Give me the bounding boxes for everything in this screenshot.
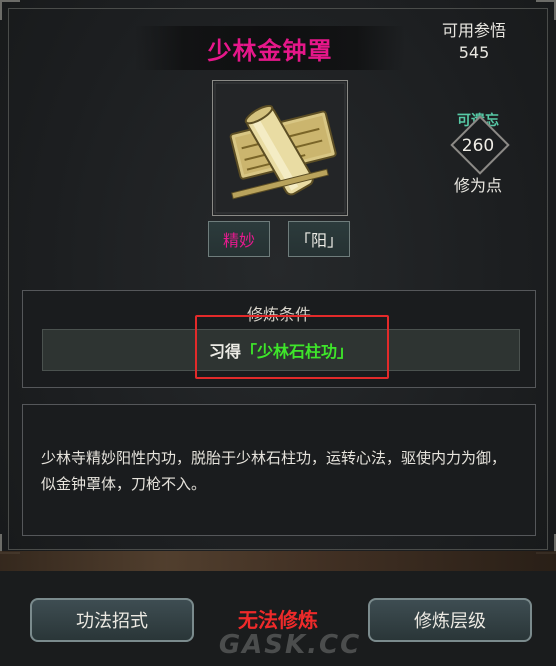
available-value: 545 [458,43,490,62]
tag-attribute-label: 「阳」 [294,231,343,250]
tag-attribute: 「阳」 [288,221,350,257]
description-section: 少林寺精妙阳性内功，脱胎于少林石柱功，运转心法，驱使内力为御，似金钟罩体，刀枪不… [22,404,536,536]
frame-corner [536,0,556,20]
skill-panel: 少林金钟罩 可用参悟 545 可遗忘 260 [0,0,556,666]
tag-quality-label: 精妙 [222,231,255,250]
frame-corner [0,0,20,20]
training-level-label: 修炼层级 [414,611,486,632]
decorative-strip [0,551,556,571]
skill-item-slot[interactable] [212,80,348,216]
training-level-button[interactable]: 修炼层级 [368,598,532,642]
forget-value: 260 [461,136,495,156]
title-bar: 少林金钟罩 [135,26,405,70]
available-insight: 可用参悟 545 [428,20,520,64]
tag-quality: 精妙 [208,221,270,257]
condition-section: 修炼条件 习得 「少林石柱功」 [22,290,536,388]
available-label: 可用参悟 [441,21,506,40]
forget-diamond: 260 [448,115,510,176]
description-text: 少林寺精妙阳性内功，脱胎于少林石柱功，运转心法，驱使内力为御，似金钟罩体，刀枪不… [41,449,507,493]
forget-info: 可遗忘 260 修为点 [440,110,516,196]
cannot-train-status: 无法修炼 [238,608,318,632]
skill-moves-button[interactable]: 功法招式 [30,598,194,642]
watermark: GASK.CC [218,630,362,660]
scroll-icon [214,82,346,214]
skill-moves-label: 功法招式 [76,611,148,632]
skill-title: 少林金钟罩 [207,36,333,65]
highlight-box [195,315,389,379]
